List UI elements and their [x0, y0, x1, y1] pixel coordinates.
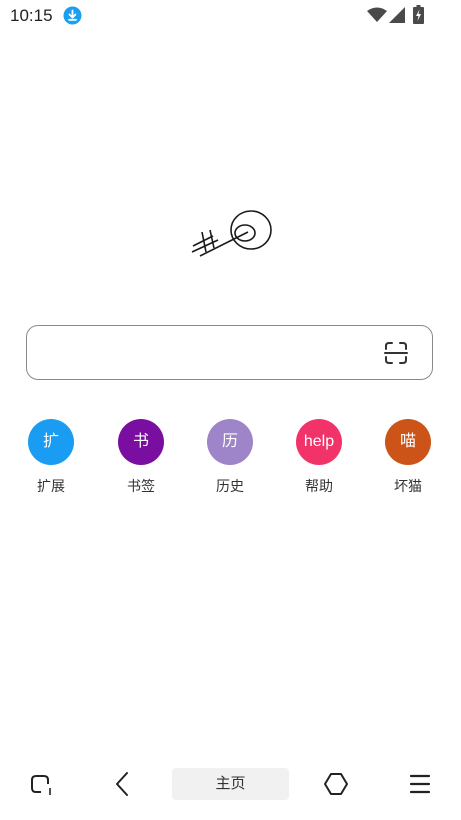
app-logo [188, 206, 274, 266]
shortcut-label: 历史 [216, 478, 244, 494]
search-input[interactable] [26, 325, 433, 380]
extensions-icon: 扩 [28, 419, 74, 465]
shortcut-label: 坏猫 [394, 478, 422, 494]
home-button[interactable]: 主页 [172, 768, 289, 800]
bookmarks-icon: 书 [118, 419, 164, 465]
bottom-toolbar: 主页 [0, 762, 461, 806]
shortcut-label: 帮助 [305, 478, 333, 494]
help-icon: help [296, 419, 342, 465]
shortcut-history[interactable]: 历 历史 [200, 419, 260, 496]
wifi-icon [367, 7, 387, 28]
shortcut-bookmarks[interactable]: 书 书签 [111, 419, 171, 496]
signal-icon [389, 7, 405, 28]
status-time: 10:15 [10, 6, 53, 25]
shortcut-badcat[interactable]: 喵 坏猫 [378, 419, 438, 496]
back-icon[interactable] [108, 770, 136, 798]
cat-icon: 喵 [385, 419, 431, 465]
battery-icon [413, 5, 424, 29]
shortcut-help[interactable]: help 帮助 [289, 419, 349, 496]
status-bar: 10:15 [0, 0, 461, 32]
menu-icon[interactable] [406, 770, 434, 798]
shortcut-label: 书签 [127, 478, 155, 494]
scan-icon[interactable] [384, 341, 408, 365]
shortcut-extensions[interactable]: 扩 扩展 [21, 419, 81, 496]
home-icon[interactable] [322, 770, 350, 798]
tabs-icon[interactable] [28, 770, 56, 798]
download-icon [63, 6, 82, 25]
history-icon: 历 [207, 419, 253, 465]
shortcut-label: 扩展 [37, 478, 65, 494]
